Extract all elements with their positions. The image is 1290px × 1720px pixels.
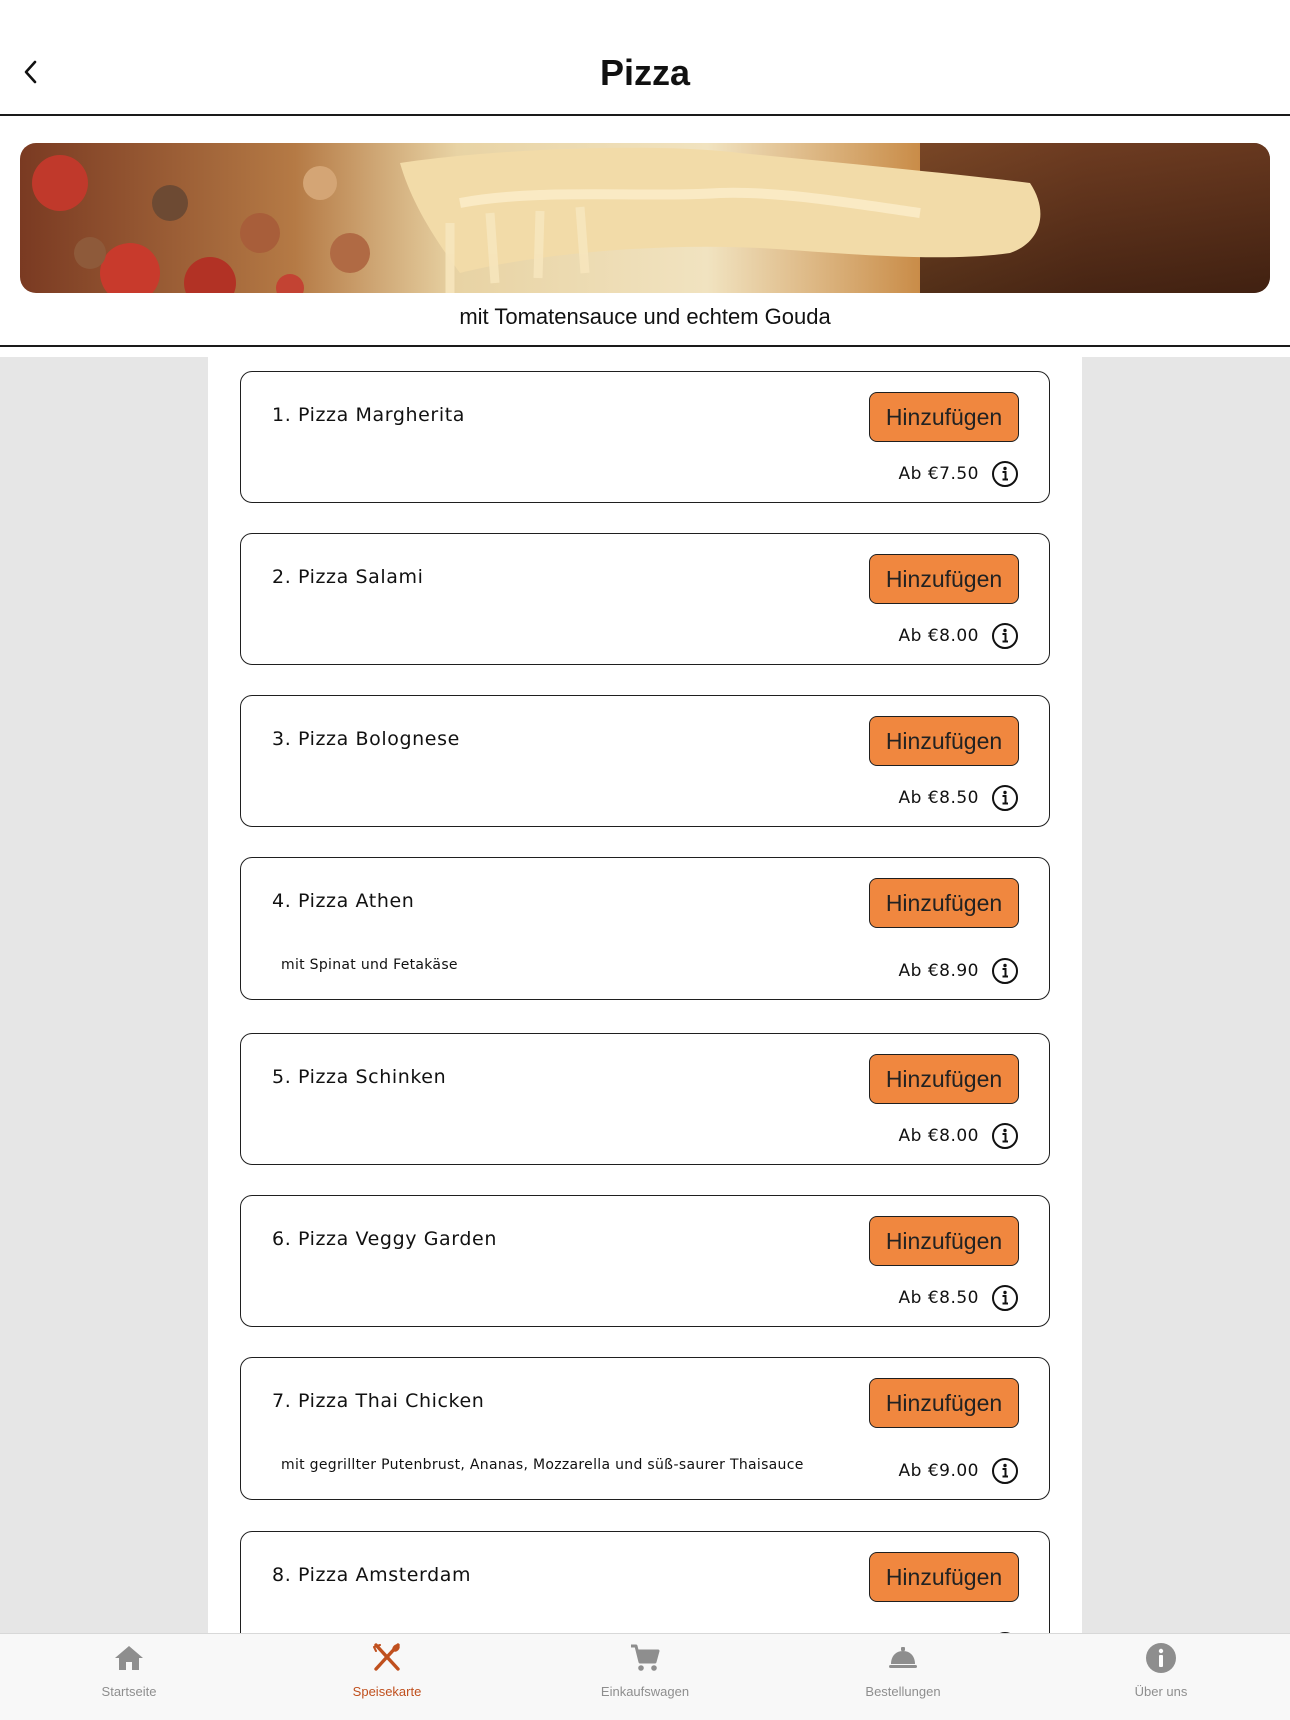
hero-image bbox=[20, 143, 1270, 293]
menu-item-card[interactable]: 5. Pizza Schinken Hinzufügen Ab €8.00 bbox=[240, 1033, 1050, 1165]
tab-startseite[interactable]: Startseite bbox=[29, 1634, 229, 1720]
item-price: Ab €8.00 bbox=[898, 1126, 979, 1146]
divider bbox=[0, 345, 1290, 347]
item-price: Ab €8.50 bbox=[898, 788, 979, 808]
tab-label: Bestellungen bbox=[865, 1684, 941, 1699]
tab-bar: Startseite Speisekarte Einkaufswagen Bes… bbox=[0, 1633, 1290, 1720]
item-name: 8. Pizza Amsterdam bbox=[272, 1564, 472, 1586]
home-icon bbox=[115, 1646, 143, 1670]
item-description: mit Spinat und Fetakäse bbox=[281, 957, 458, 973]
info-icon[interactable] bbox=[991, 957, 1019, 985]
cloche-icon bbox=[889, 1647, 917, 1668]
item-name: 2. Pizza Salami bbox=[272, 566, 424, 588]
add-button[interactable]: Hinzufügen bbox=[869, 878, 1019, 928]
tab-ueber-uns[interactable]: Über uns bbox=[1061, 1634, 1261, 1720]
info-icon[interactable] bbox=[991, 1457, 1019, 1485]
item-name: 7. Pizza Thai Chicken bbox=[272, 1390, 485, 1412]
item-price: Ab €9.00 bbox=[898, 1461, 979, 1481]
info-icon[interactable] bbox=[991, 784, 1019, 812]
item-name: 3. Pizza Bolognese bbox=[272, 728, 460, 750]
add-button[interactable]: Hinzufügen bbox=[869, 1216, 1019, 1266]
info-icon[interactable] bbox=[991, 460, 1019, 488]
cart-icon bbox=[631, 1644, 660, 1671]
tab-label: Über uns bbox=[1134, 1684, 1188, 1699]
menu-item-card[interactable]: 3. Pizza Bolognese Hinzufügen Ab €8.50 bbox=[240, 695, 1050, 827]
category-description: mit Tomatensauce und echtem Gouda bbox=[459, 304, 831, 329]
menu-list: 1. Pizza Margherita Hinzufügen Ab €7.50 … bbox=[208, 357, 1082, 1633]
tab-speisekarte[interactable]: Speisekarte bbox=[287, 1634, 487, 1720]
tab-bestellungen[interactable]: Bestellungen bbox=[803, 1634, 1003, 1720]
add-button[interactable]: Hinzufügen bbox=[869, 716, 1019, 766]
item-name: 6. Pizza Veggy Garden bbox=[272, 1228, 497, 1250]
fork-knife-icon bbox=[373, 1643, 400, 1671]
item-name: 1. Pizza Margherita bbox=[272, 404, 466, 426]
add-button[interactable]: Hinzufügen bbox=[869, 1378, 1019, 1428]
add-button[interactable]: Hinzufügen bbox=[869, 554, 1019, 604]
menu-item-card[interactable]: 8. Pizza Amsterdam Hinzufügen bbox=[240, 1531, 1050, 1633]
menu-item-card[interactable]: 2. Pizza Salami Hinzufügen Ab €8.00 bbox=[240, 533, 1050, 665]
item-description: mit gegrillter Putenbrust, Ananas, Mozza… bbox=[281, 1457, 804, 1473]
item-price: Ab €7.50 bbox=[898, 464, 979, 484]
menu-list-area[interactable]: 1. Pizza Margherita Hinzufügen Ab €7.50 … bbox=[0, 357, 1290, 1633]
menu-item-card[interactable]: 1. Pizza Margherita Hinzufügen Ab €7.50 bbox=[240, 371, 1050, 503]
item-price: Ab €8.90 bbox=[898, 961, 979, 981]
tab-label: Startseite bbox=[101, 1684, 157, 1699]
menu-item-card[interactable]: 7. Pizza Thai Chicken Hinzufügen mit geg… bbox=[240, 1357, 1050, 1500]
header: Pizza bbox=[0, 0, 1290, 116]
tab-label: Einkaufswagen bbox=[600, 1684, 690, 1699]
menu-item-card[interactable]: 4. Pizza Athen Hinzufügen mit Spinat und… bbox=[240, 857, 1050, 1000]
add-button[interactable]: Hinzufügen bbox=[869, 392, 1019, 442]
info-icon[interactable] bbox=[991, 1122, 1019, 1150]
info-icon bbox=[1146, 1643, 1176, 1673]
tab-label: Speisekarte bbox=[352, 1684, 422, 1699]
item-name: 4. Pizza Athen bbox=[272, 890, 415, 912]
item-price: Ab €8.50 bbox=[898, 1288, 979, 1308]
menu-item-card[interactable]: 6. Pizza Veggy Garden Hinzufügen Ab €8.5… bbox=[240, 1195, 1050, 1327]
info-icon[interactable] bbox=[991, 1284, 1019, 1312]
add-button[interactable]: Hinzufügen bbox=[869, 1054, 1019, 1104]
tab-einkaufswagen[interactable]: Einkaufswagen bbox=[545, 1634, 745, 1720]
item-name: 5. Pizza Schinken bbox=[272, 1066, 447, 1088]
page-title: Pizza bbox=[599, 52, 691, 93]
info-icon[interactable] bbox=[991, 622, 1019, 650]
item-price: Ab €8.00 bbox=[898, 626, 979, 646]
add-button[interactable]: Hinzufügen bbox=[869, 1552, 1019, 1602]
